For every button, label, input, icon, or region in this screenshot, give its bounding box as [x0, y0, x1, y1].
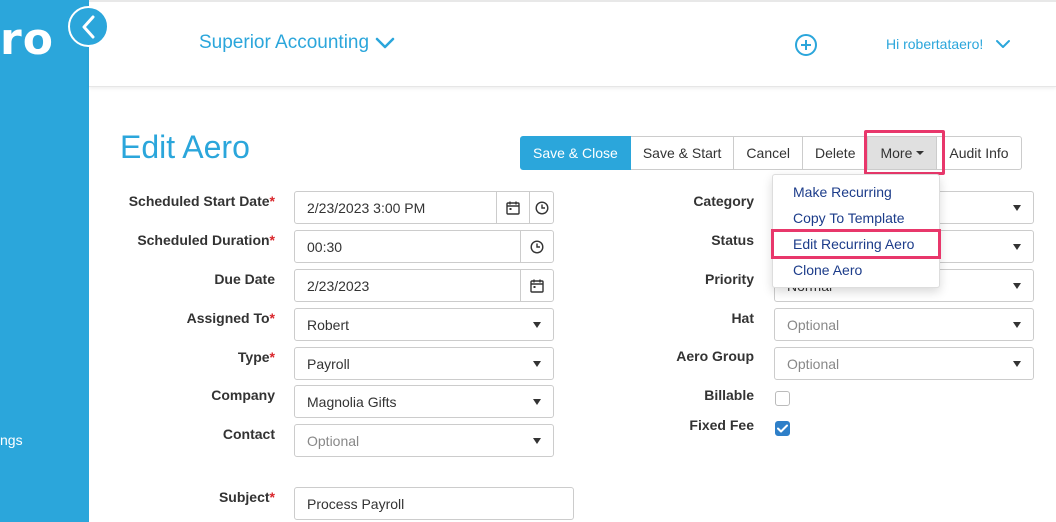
fixed-fee-label: Fixed Fee: [689, 417, 754, 433]
page-title: Edit Aero: [120, 129, 250, 165]
company-value: Magnolia Gifts: [307, 393, 397, 410]
subject-value: Process Payroll: [307, 495, 405, 512]
menu-item-copy-to-template[interactable]: Copy To Template: [773, 205, 939, 231]
due-date-label: Due Date: [214, 271, 275, 287]
sidebar: ro ngs: [0, 0, 89, 522]
required-marker: *: [269, 489, 275, 505]
billable-checkbox[interactable]: [775, 391, 790, 406]
aero-group-select[interactable]: Optional: [774, 347, 1034, 380]
hat-select[interactable]: Optional: [774, 308, 1034, 341]
assigned-to-label: Assigned To*: [100, 310, 275, 326]
sidebar-item-settings[interactable]: ngs: [0, 432, 23, 448]
type-label: Type*: [100, 349, 275, 365]
user-menu[interactable]: Hi robertataero!: [886, 36, 1011, 52]
contact-select[interactable]: Optional: [294, 424, 554, 457]
caret-down-icon: [1013, 243, 1021, 250]
caret-down-icon: [1013, 360, 1021, 367]
required-marker: *: [269, 349, 275, 365]
chevron-left-icon: [82, 15, 94, 38]
audit-info-button[interactable]: Audit Info: [937, 136, 1022, 170]
category-label: Category: [693, 193, 754, 209]
label-text: Scheduled Start Date: [128, 193, 270, 209]
save-start-button[interactable]: Save & Start: [630, 136, 735, 170]
required-marker: *: [269, 232, 275, 248]
add-button[interactable]: [795, 34, 817, 56]
chevron-down-icon: [375, 37, 395, 49]
assigned-to-value: Robert: [307, 316, 350, 333]
caret-down-icon: [1013, 282, 1021, 289]
required-marker: *: [269, 193, 275, 209]
company-name: Superior Accounting: [199, 32, 370, 53]
more-dropdown-menu: Make Recurring Copy To Template Edit Rec…: [771, 174, 941, 288]
type-select[interactable]: Payroll: [294, 347, 554, 380]
plus-icon: [801, 40, 811, 50]
scheduled-start-field[interactable]: 2/23/2023 3:00 PM: [294, 191, 554, 224]
label-text: Assigned To: [186, 310, 270, 326]
caret-down-icon: [1013, 204, 1021, 211]
user-greeting: Hi robertataero!: [886, 36, 984, 52]
app-logo: ro: [0, 14, 54, 65]
due-date-value: 2/23/2023: [307, 277, 370, 294]
contact-label: Contact: [222, 426, 275, 442]
caret-down-icon: [1013, 321, 1021, 328]
hat-label: Hat: [731, 310, 754, 326]
calendar-icon[interactable]: [520, 270, 553, 301]
billable-label: Billable: [704, 387, 754, 403]
save-close-button[interactable]: Save & Close: [520, 136, 631, 170]
company-switcher[interactable]: Superior Accounting: [199, 32, 395, 54]
chevron-down-icon: [996, 40, 1011, 48]
scheduled-start-label: Scheduled Start Date*: [100, 193, 275, 209]
delete-button[interactable]: Delete: [803, 136, 869, 170]
scheduled-start-value: 2/23/2023 3:00 PM: [307, 199, 426, 216]
company-label: Company: [211, 387, 275, 403]
top-border: [89, 0, 1056, 2]
priority-label: Priority: [704, 271, 754, 287]
hat-placeholder: Optional: [787, 316, 840, 333]
collapse-sidebar-button[interactable]: [68, 6, 109, 47]
caret-down-icon: [533, 398, 541, 405]
more-button[interactable]: More: [868, 136, 938, 170]
clock-icon[interactable]: [529, 192, 553, 223]
cancel-button[interactable]: Cancel: [734, 136, 804, 170]
caret-down-icon: [533, 321, 541, 328]
required-marker: *: [269, 310, 275, 326]
more-label: More: [880, 145, 913, 161]
scheduled-duration-value: 00:30: [307, 238, 343, 255]
clock-icon[interactable]: [520, 231, 553, 262]
menu-item-clone-aero[interactable]: Clone Aero: [773, 257, 939, 283]
fixed-fee-checkbox[interactable]: [775, 421, 790, 436]
aero-group-placeholder: Optional: [787, 355, 840, 372]
caret-down-icon: [916, 151, 925, 155]
subject-label: Subject*: [100, 489, 275, 505]
menu-item-edit-recurring-aero[interactable]: Edit Recurring Aero: [771, 229, 941, 259]
label-text: Type: [237, 349, 270, 365]
caret-down-icon: [533, 360, 541, 367]
contact-placeholder: Optional: [307, 432, 360, 449]
assigned-to-select[interactable]: Robert: [294, 308, 554, 341]
checkmark-icon: [777, 424, 788, 433]
type-value: Payroll: [307, 355, 350, 372]
company-select[interactable]: Magnolia Gifts: [294, 385, 554, 418]
action-toolbar: Save & Close Save & Start Cancel Delete …: [520, 136, 1022, 170]
scheduled-duration-label: Scheduled Duration*: [100, 232, 275, 248]
scheduled-duration-field[interactable]: 00:30: [294, 230, 554, 263]
status-label: Status: [711, 232, 754, 248]
menu-item-make-recurring[interactable]: Make Recurring: [773, 179, 939, 205]
due-date-field[interactable]: 2/23/2023: [294, 269, 554, 302]
calendar-icon[interactable]: [496, 192, 529, 223]
subject-input[interactable]: Process Payroll: [294, 487, 574, 520]
label-text: Subject: [218, 489, 270, 505]
caret-down-icon: [533, 437, 541, 444]
aero-group-label: Aero Group: [676, 348, 754, 364]
label-text: Scheduled Duration: [137, 232, 270, 248]
